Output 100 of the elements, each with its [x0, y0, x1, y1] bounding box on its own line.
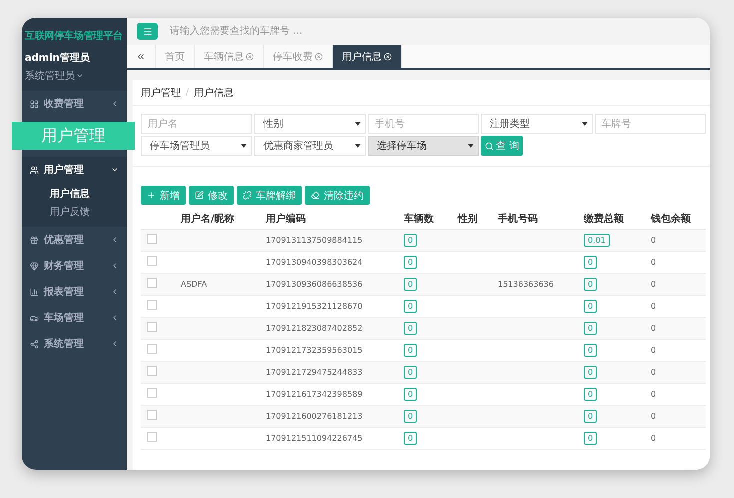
select-field[interactable]: 优惠商家管理员: [254, 136, 366, 156]
input-field[interactable]: 车牌号: [594, 114, 706, 134]
count-badge: 0: [404, 234, 418, 246]
table-cell: 0: [651, 302, 656, 310]
table-cell: 0: [651, 368, 656, 376]
column-header: 车辆数: [404, 209, 458, 229]
table-cell: 0: [651, 412, 656, 420]
input-field[interactable]: 用户名: [141, 114, 252, 134]
table-cell: 0: [651, 236, 656, 244]
count-badge: 0: [404, 322, 418, 334]
column-header: 手机号码: [498, 209, 584, 229]
chevron-down-icon: [111, 166, 119, 174]
chevron-left-icon: [111, 236, 119, 244]
table-cell: 1709121600276181213: [266, 412, 363, 420]
table-cell: 1709130940398303624: [266, 258, 363, 266]
sidebar-item[interactable]: 报表管理: [22, 279, 127, 305]
amount-badge: 0: [584, 388, 598, 400]
share-icon: [30, 340, 39, 348]
sidebar-item[interactable]: 优惠管理: [22, 227, 127, 253]
action-button[interactable]: 清除违约: [305, 186, 370, 205]
column-header: 用户名/昵称: [181, 209, 266, 229]
column-header: 性别: [458, 209, 498, 229]
select-field[interactable]: 注册类型: [481, 114, 593, 134]
table-cell: 15136363636: [498, 280, 554, 288]
app-title: 互联网停车场管理平台: [25, 30, 124, 43]
sidebar-item[interactable]: 系统管理: [22, 331, 127, 357]
amount-badge: 0: [584, 432, 598, 444]
action-button[interactable]: 新增: [141, 186, 186, 205]
table-cell: 0: [651, 346, 656, 354]
input-field[interactable]: 手机号: [368, 114, 480, 134]
table-cell: 1709121511094226745: [266, 434, 363, 442]
select-field[interactable]: 停车场管理员: [141, 136, 252, 156]
amount-badge: 0.01: [584, 234, 610, 246]
user-role[interactable]: 系统管理员: [25, 69, 125, 83]
amount-badge: 0: [584, 410, 598, 422]
row-checkbox[interactable]: [147, 388, 157, 398]
submenu-item[interactable]: 用户信息: [22, 185, 127, 203]
table-cell: 1709121915321128670: [266, 302, 363, 310]
users-icon: [30, 166, 39, 174]
chevron-left-icon: [111, 100, 119, 108]
row-checkbox[interactable]: [147, 410, 157, 420]
car-icon: [30, 314, 39, 322]
table-cell: ASDFA: [181, 280, 208, 288]
sidebar-item[interactable]: 用户管理: [22, 157, 127, 183]
amount-badge: 0: [584, 322, 598, 334]
search-button[interactable]: 查 询: [481, 136, 524, 156]
action-button[interactable]: 修改: [189, 186, 234, 205]
amount-badge: 0: [584, 344, 598, 356]
search-field[interactable]: 请输入您需要查找的车牌号 ...: [168, 25, 710, 38]
count-badge: 0: [404, 300, 418, 312]
chevron-left-icon: [111, 262, 119, 270]
count-badge: 0: [404, 278, 418, 290]
count-badge: 0: [404, 410, 418, 422]
edit-icon: [195, 191, 204, 200]
chevron-left-icon: [111, 340, 119, 348]
sidebar-item[interactable]: 收费管理: [22, 91, 127, 117]
tab[interactable]: 首页: [156, 45, 195, 68]
amount-badge: 0: [584, 366, 598, 378]
row-checkbox[interactable]: [147, 300, 157, 310]
row-checkbox[interactable]: [147, 432, 157, 442]
count-badge: 0: [404, 344, 418, 356]
breadcrumb-separator: /: [186, 88, 190, 98]
tab[interactable]: 用户信息: [333, 45, 402, 68]
table-cell: 1709121617342398589: [266, 390, 363, 398]
table-cell: 0: [651, 390, 656, 398]
plus-icon: [147, 191, 156, 200]
table-cell: 1709121823087402852: [266, 324, 363, 332]
row-checkbox[interactable]: [147, 344, 157, 354]
chevron-left-icon: [111, 288, 119, 296]
amount-badge: 0: [584, 256, 598, 268]
table-cell: 0: [651, 324, 656, 332]
column-header: 钱包余额: [651, 209, 706, 229]
breadcrumb-item[interactable]: 用户管理: [141, 86, 181, 100]
submenu-item[interactable]: 用户反馈: [22, 203, 127, 221]
row-checkbox[interactable]: [147, 234, 157, 244]
table-cell: 1709121729475244833: [266, 368, 363, 376]
table-cell: 1709121732359563015: [266, 346, 363, 354]
select-field[interactable]: 性别: [254, 114, 366, 134]
row-checkbox[interactable]: [147, 366, 157, 376]
menu-button[interactable]: [137, 23, 158, 40]
unlink-icon: [243, 191, 252, 200]
column-header: 缴费总额: [584, 209, 651, 229]
sidebar-item[interactable]: 车场管理: [22, 305, 127, 331]
tab[interactable]: 车辆信息: [195, 45, 264, 68]
table-cell: 0: [651, 280, 656, 288]
sidebar-item[interactable]: 财务管理: [22, 253, 127, 279]
row-checkbox[interactable]: [147, 256, 157, 266]
eraser-icon: [311, 191, 320, 200]
row-checkbox[interactable]: [147, 278, 157, 288]
row-checkbox[interactable]: [147, 322, 157, 332]
gift-icon: [30, 236, 39, 244]
user-name: admin管理员: [25, 52, 91, 65]
count-badge: 0: [404, 388, 418, 400]
search-icon: [485, 142, 494, 150]
count-badge: 0: [404, 366, 418, 378]
chevron-left-icon: [111, 314, 119, 322]
bar-chart-icon: [30, 288, 39, 296]
table-cell: 1709130936086638536: [266, 280, 363, 288]
action-button[interactable]: 车牌解绑: [237, 186, 302, 205]
double-chevron-left-icon: [136, 52, 146, 62]
